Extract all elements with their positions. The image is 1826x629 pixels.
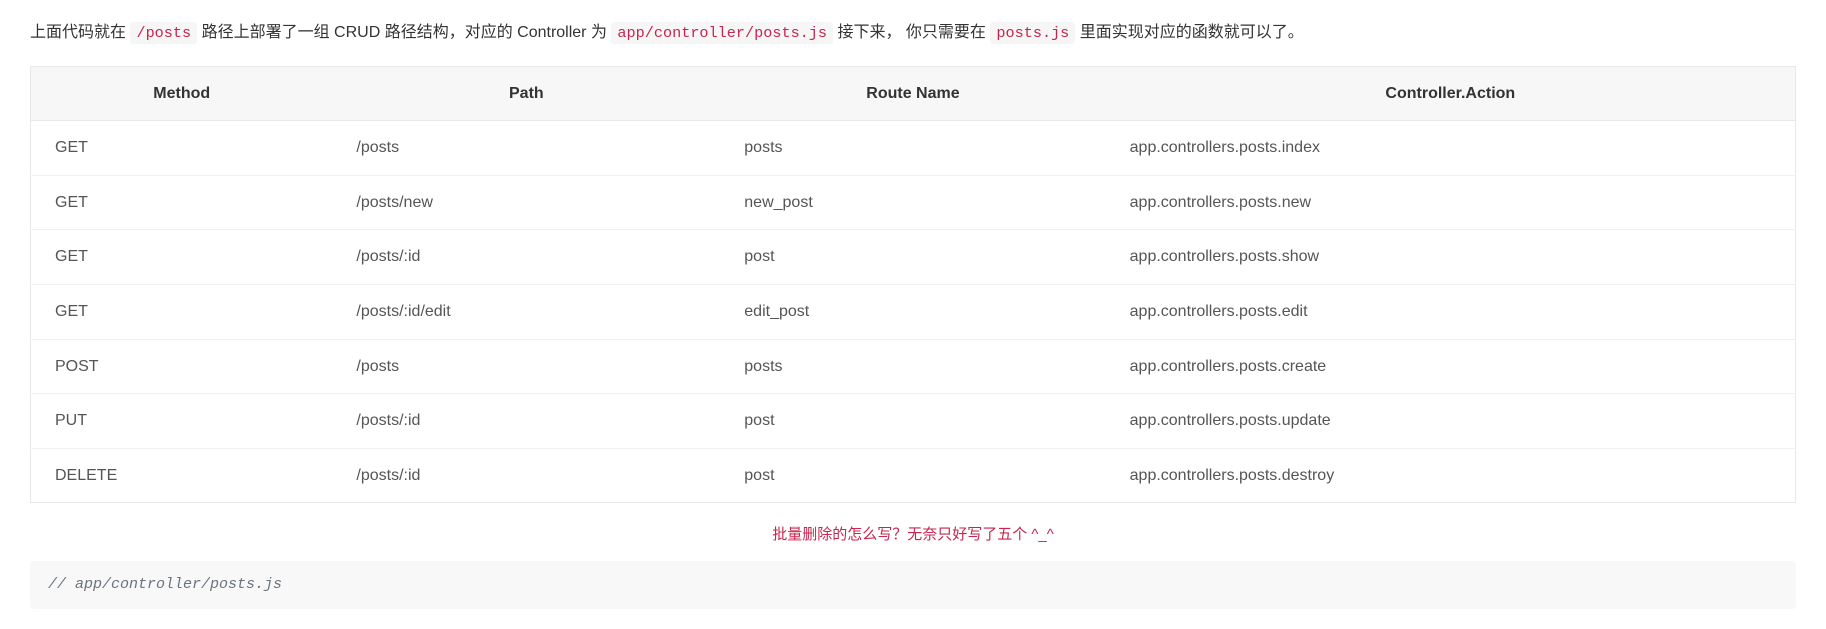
cell-route-name: edit_post <box>720 284 1105 339</box>
code-block: // app/controller/posts.js <box>30 561 1796 609</box>
table-row: POST/postspostsapp.controllers.posts.cre… <box>31 339 1796 394</box>
cell-controller-action: app.controllers.posts.show <box>1106 230 1796 285</box>
cell-controller-action: app.controllers.posts.destroy <box>1106 448 1796 503</box>
table-header-method: Method <box>31 66 333 121</box>
cell-route-name: post <box>720 394 1105 449</box>
cell-controller-action: app.controllers.posts.index <box>1106 121 1796 176</box>
cell-route-name: posts <box>720 339 1105 394</box>
table-row: GET/posts/newnew_postapp.controllers.pos… <box>31 175 1796 230</box>
table-header-controller-action: Controller.Action <box>1106 66 1796 121</box>
routes-table: Method Path Route Name Controller.Action… <box>30 66 1796 504</box>
table-row: DELETE/posts/:idpostapp.controllers.post… <box>31 448 1796 503</box>
cell-controller-action: app.controllers.posts.new <box>1106 175 1796 230</box>
cell-path: /posts <box>332 121 720 176</box>
code-comment: // app/controller/posts.js <box>48 576 282 593</box>
note-text: 批量删除的怎么写？无奈只好写了五个 ^_^ <box>30 523 1796 547</box>
table-row: GET/posts/:idpostapp.controllers.posts.s… <box>31 230 1796 285</box>
cell-path: /posts/:id <box>332 230 720 285</box>
inline-code-postsjs: posts.js <box>990 22 1075 44</box>
cell-method: PUT <box>31 394 333 449</box>
intro-text-4: 里面实现对应的函数就可以了。 <box>1075 24 1303 41</box>
inline-code-controller-path: app/controller/posts.js <box>611 22 833 44</box>
cell-controller-action: app.controllers.posts.edit <box>1106 284 1796 339</box>
cell-path: /posts/:id/edit <box>332 284 720 339</box>
cell-path: /posts/:id <box>332 394 720 449</box>
cell-route-name: new_post <box>720 175 1105 230</box>
intro-text-2: 路径上部署了一组 CRUD 路径结构，对应的 Controller 为 <box>197 24 611 41</box>
intro-paragraph: 上面代码就在 /posts 路径上部署了一组 CRUD 路径结构，对应的 Con… <box>30 20 1796 46</box>
table-header-route-name: Route Name <box>720 66 1105 121</box>
table-header-path: Path <box>332 66 720 121</box>
cell-method: GET <box>31 230 333 285</box>
cell-route-name: post <box>720 230 1105 285</box>
cell-method: GET <box>31 284 333 339</box>
cell-method: GET <box>31 175 333 230</box>
cell-controller-action: app.controllers.posts.update <box>1106 394 1796 449</box>
cell-route-name: posts <box>720 121 1105 176</box>
cell-path: /posts/:id <box>332 448 720 503</box>
intro-text-3: 接下来， 你只需要在 <box>833 24 990 41</box>
cell-method: POST <box>31 339 333 394</box>
cell-path: /posts/new <box>332 175 720 230</box>
table-row: GET/postspostsapp.controllers.posts.inde… <box>31 121 1796 176</box>
table-row: PUT/posts/:idpostapp.controllers.posts.u… <box>31 394 1796 449</box>
cell-method: DELETE <box>31 448 333 503</box>
intro-text-1: 上面代码就在 <box>30 24 130 41</box>
table-header-row: Method Path Route Name Controller.Action <box>31 66 1796 121</box>
cell-method: GET <box>31 121 333 176</box>
cell-path: /posts <box>332 339 720 394</box>
table-row: GET/posts/:id/editedit_postapp.controlle… <box>31 284 1796 339</box>
cell-route-name: post <box>720 448 1105 503</box>
cell-controller-action: app.controllers.posts.create <box>1106 339 1796 394</box>
inline-code-posts: /posts <box>130 22 197 44</box>
